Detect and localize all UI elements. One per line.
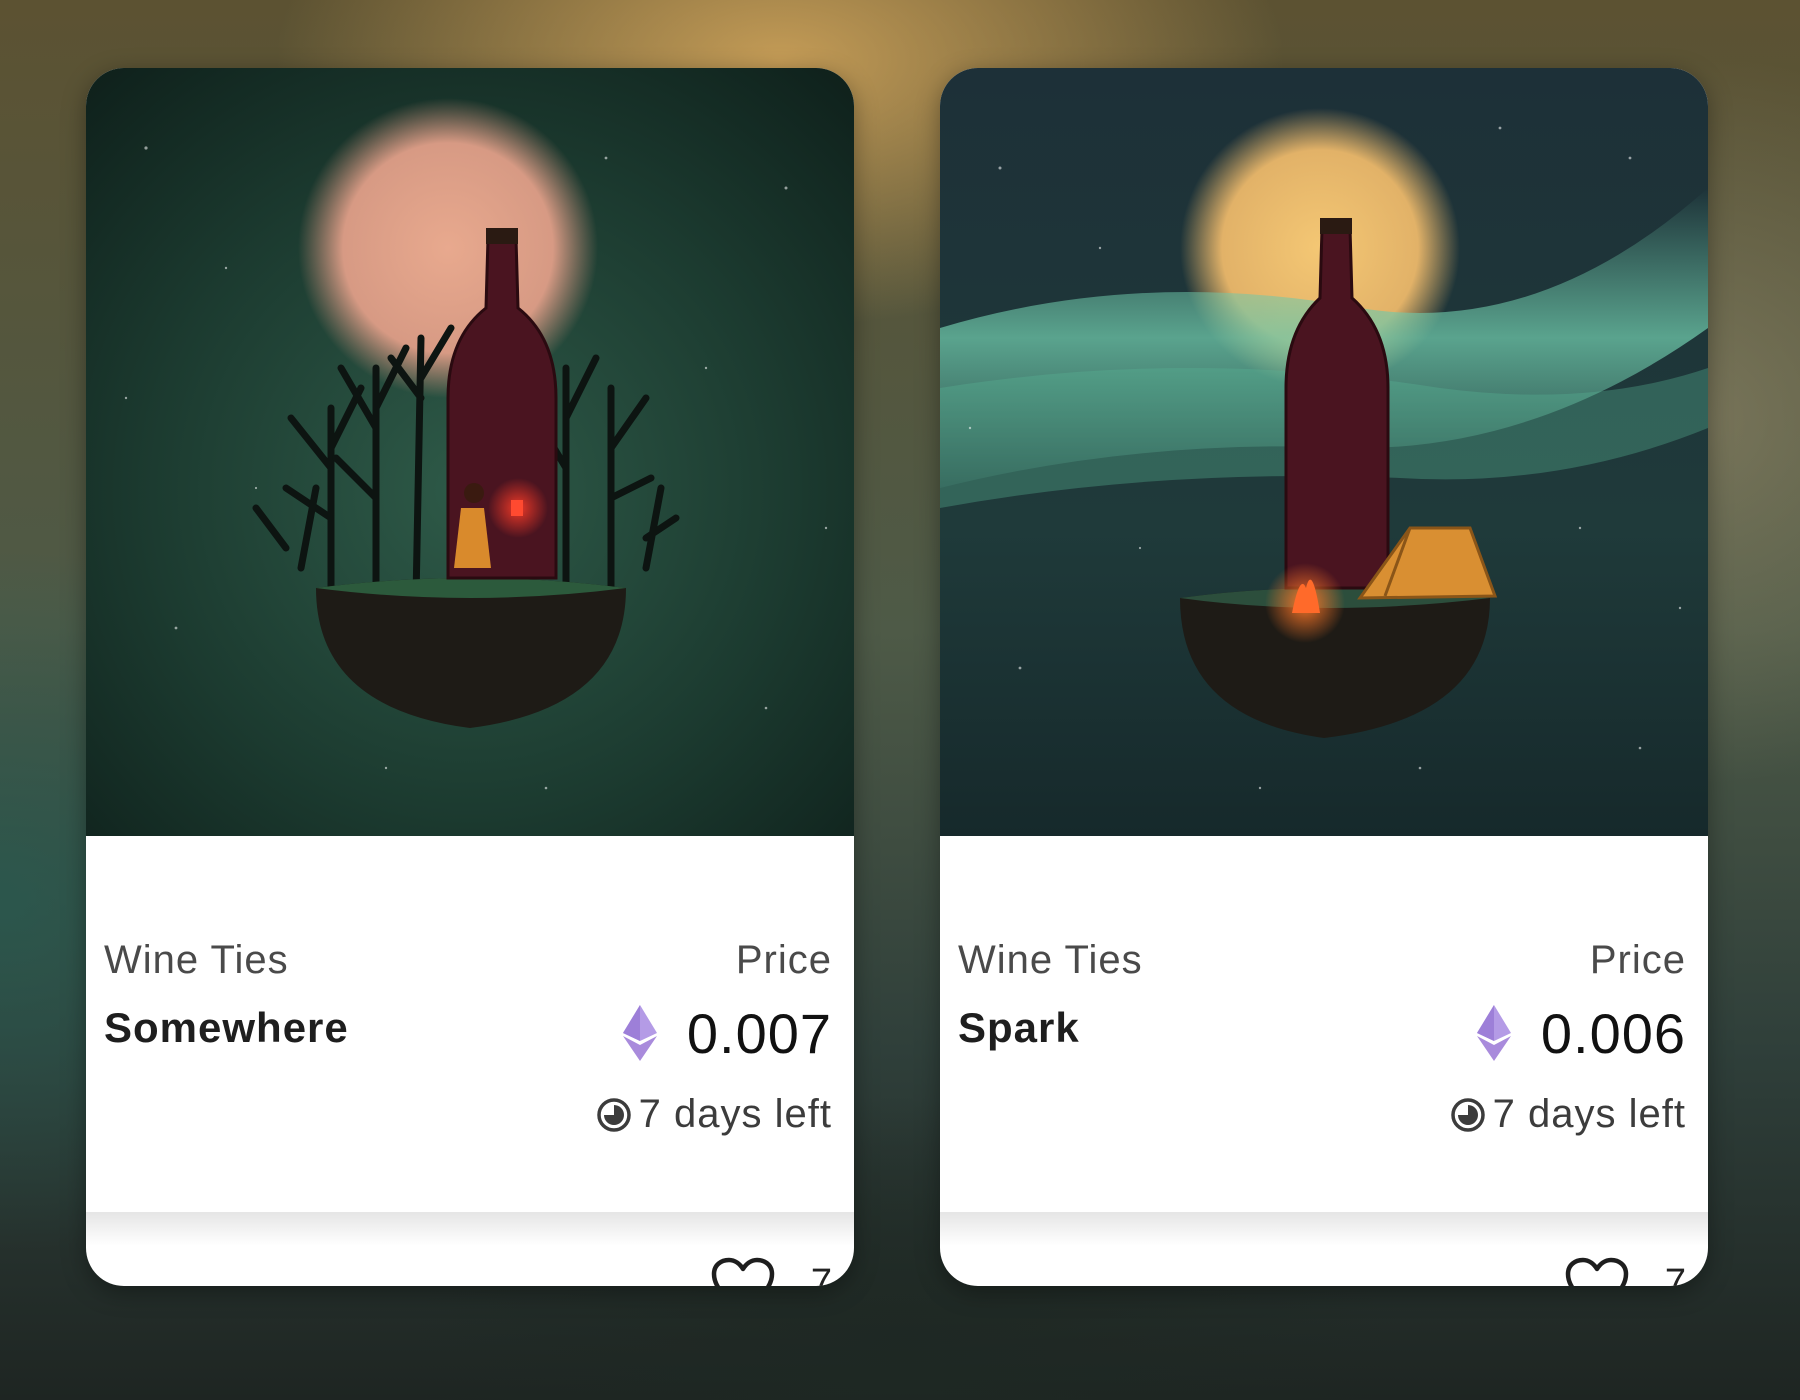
heart-icon[interactable] xyxy=(710,1256,776,1286)
price-value: 0.007 xyxy=(686,1001,832,1065)
artwork-illustration xyxy=(940,68,1708,836)
nft-card-spark[interactable]: Wine Ties Spark Price 0.006 7 days left … xyxy=(940,68,1708,1286)
nft-card-somewhere[interactable]: Wine Ties Somewhere Price 0.007 7 days l… xyxy=(86,68,854,1286)
time-left-row: 7 days left xyxy=(595,1092,832,1137)
card-footer: 7 xyxy=(940,1214,1708,1286)
time-left-text: 7 days left xyxy=(638,1092,832,1136)
like-count: 7 xyxy=(810,1262,832,1286)
item-title[interactable]: Spark xyxy=(958,1004,1080,1052)
ethereum-icon xyxy=(622,1005,657,1061)
item-title[interactable]: Somewhere xyxy=(104,1004,349,1052)
price-value: 0.006 xyxy=(1540,1001,1686,1065)
clock-icon xyxy=(1450,1097,1485,1132)
card-info: Wine Ties Spark Price 0.006 7 days left xyxy=(940,836,1708,1214)
price-row: 0.007 xyxy=(622,1002,832,1065)
artwork-image[interactable] xyxy=(86,68,854,836)
collection-name[interactable]: Wine Ties xyxy=(958,938,1143,983)
price-label: Price xyxy=(735,938,832,982)
artwork-illustration xyxy=(86,68,854,836)
ethereum-icon xyxy=(1476,1005,1511,1061)
heart-icon[interactable] xyxy=(1564,1256,1630,1286)
artwork-image[interactable] xyxy=(940,68,1708,836)
price-label: Price xyxy=(1589,938,1686,982)
time-left-text: 7 days left xyxy=(1492,1092,1686,1136)
card-footer: 7 xyxy=(86,1214,854,1286)
time-left-row: 7 days left xyxy=(1449,1092,1686,1137)
collection-name[interactable]: Wine Ties xyxy=(104,938,289,983)
like-count: 7 xyxy=(1664,1262,1686,1286)
price-row: 0.006 xyxy=(1476,1002,1686,1065)
card-info: Wine Ties Somewhere Price 0.007 7 days l… xyxy=(86,836,854,1214)
clock-icon xyxy=(596,1097,631,1132)
